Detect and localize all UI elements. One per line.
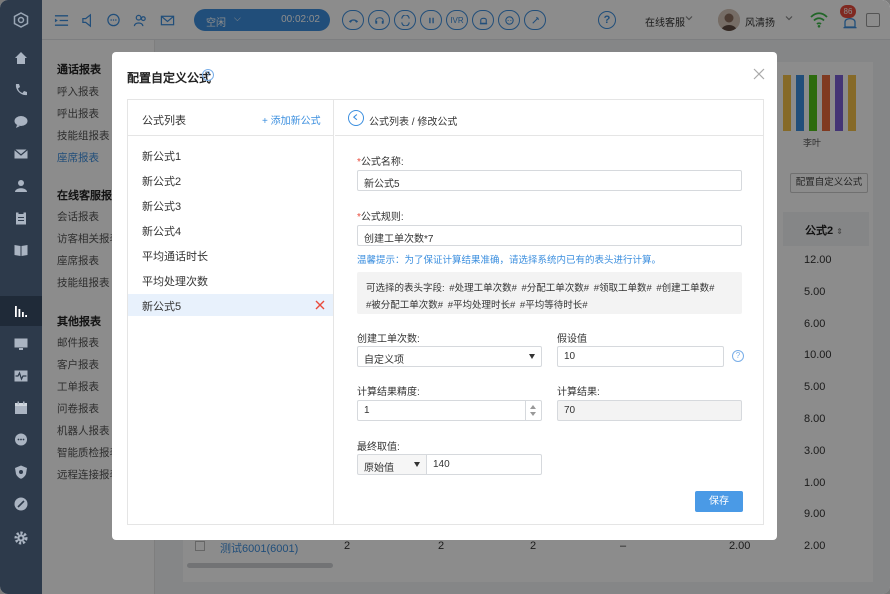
pulse-icon[interactable] (11, 366, 31, 386)
back-icon[interactable] (348, 110, 364, 126)
book-icon[interactable] (11, 240, 31, 260)
final-value-input[interactable]: 140 (426, 454, 542, 475)
tip-text: 温馨提示：为了保证计算结果准确，请选择系统内已有的表头进行计算。 (357, 255, 662, 266)
field-type-value: 自定义项 (364, 355, 404, 366)
dialog-body: 公式列表 + 添加新公式 新公式1 新公式2 新公式3 新公式4 平均通话时长 … (127, 99, 764, 525)
phone-icon[interactable] (11, 80, 31, 100)
formula-list-title: 公式列表 (142, 115, 186, 127)
step-up-icon[interactable] (530, 405, 536, 409)
home-icon[interactable] (11, 48, 31, 68)
step-down-icon[interactable] (530, 412, 536, 416)
caret-down-icon (529, 354, 535, 359)
left-rail (0, 0, 42, 594)
clipboard-icon[interactable] (11, 208, 31, 228)
add-formula-button[interactable]: + 添加新公式 (262, 112, 321, 127)
formula-rule-input[interactable]: 创建工单次数*7 (357, 225, 742, 246)
link-icon[interactable] (11, 494, 31, 514)
field-select-label: 创建工单次数: (357, 334, 420, 345)
help-icon[interactable]: ? (732, 350, 744, 362)
custom-formula-dialog: 配置自定义公式 ? 公式列表 + 添加新公式 新公式1 新公式2 新公式3 新公… (112, 52, 777, 540)
final-value-label: 最终取值: (357, 442, 400, 453)
formula-list-item[interactable]: 平均处理次数 (128, 269, 333, 291)
formula-edit-panel: 公式列表 / 修改公式 *公式名称: 新公式5 *公式规则: 创建工单次数*7 … (335, 100, 764, 524)
formula-list-item[interactable]: 新公式4 (128, 219, 333, 241)
save-button[interactable]: 保存 (695, 491, 743, 512)
logo-icon (11, 10, 31, 30)
app-window: 空闲 ⌵ 00:02:02 IVR ? 在线客服 风清扬 86 通话报表 呼入报… (0, 0, 890, 594)
formula-list-item-selected[interactable]: 新公式5 (128, 294, 333, 316)
formula-edit-header: 公式列表 / 修改公式 (335, 100, 764, 136)
formula-list-item[interactable]: 新公式3 (128, 194, 333, 216)
stepper-arrows[interactable] (525, 401, 541, 420)
close-icon[interactable] (752, 67, 766, 81)
precision-value: 1 (364, 405, 370, 416)
settings-icon[interactable] (11, 528, 31, 548)
message-icon[interactable] (11, 430, 31, 450)
final-mode-value: 原始值 (364, 463, 394, 474)
formula-list-header: 公式列表 + 添加新公式 (128, 100, 334, 136)
delete-icon[interactable] (314, 299, 326, 311)
precision-label: 计算结果精度: (357, 387, 420, 398)
caret-down-icon (414, 462, 420, 467)
formula-list-item-label: 新公式5 (142, 301, 182, 313)
dialog-title: 配置自定义公式 (127, 71, 212, 85)
shield-icon[interactable] (11, 462, 31, 482)
result-label: 计算结果: (557, 387, 600, 398)
result-field: 70 (557, 400, 742, 421)
final-mode-select[interactable]: 原始值 (357, 454, 427, 475)
help-icon[interactable]: ? (202, 69, 214, 81)
monitor-icon[interactable] (11, 334, 31, 354)
assumed-value-input[interactable]: 10 (557, 346, 724, 367)
available-fields-box: 可选择的表头字段: #处理工单次数# #分配工单次数# #领取工单数# #创建工… (357, 272, 742, 314)
formula-name-input[interactable]: 新公式5 (357, 170, 742, 191)
formula-list-item[interactable]: 平均通话时长 (128, 244, 333, 266)
formula-name-label: *公式名称: (357, 157, 404, 168)
calendar-icon[interactable] (11, 398, 31, 418)
mail-icon[interactable] (11, 144, 31, 164)
formula-rule-label: *公式规则: (357, 212, 404, 223)
available-fields-line: 可选择的表头字段: #处理工单次数# #分配工单次数# #领取工单数# #创建工… (366, 283, 715, 294)
report-icon[interactable] (0, 296, 42, 326)
formula-list-item[interactable]: 新公式2 (128, 169, 333, 191)
user-icon[interactable] (11, 176, 31, 196)
precision-stepper[interactable]: 1 (357, 400, 542, 421)
available-fields-line: #被分配工单次数# #平均处理时长# #平均等待时长# (366, 300, 588, 311)
breadcrumb: 公式列表 / 修改公式 (369, 117, 458, 128)
formula-list-panel: 公式列表 + 添加新公式 新公式1 新公式2 新公式3 新公式4 平均通话时长 … (128, 100, 334, 524)
field-type-select[interactable]: 自定义项 (357, 346, 542, 367)
formula-list-item[interactable]: 新公式1 (128, 144, 333, 166)
assumed-value-label: 假设值 (557, 334, 587, 345)
chat-icon[interactable] (11, 112, 31, 132)
